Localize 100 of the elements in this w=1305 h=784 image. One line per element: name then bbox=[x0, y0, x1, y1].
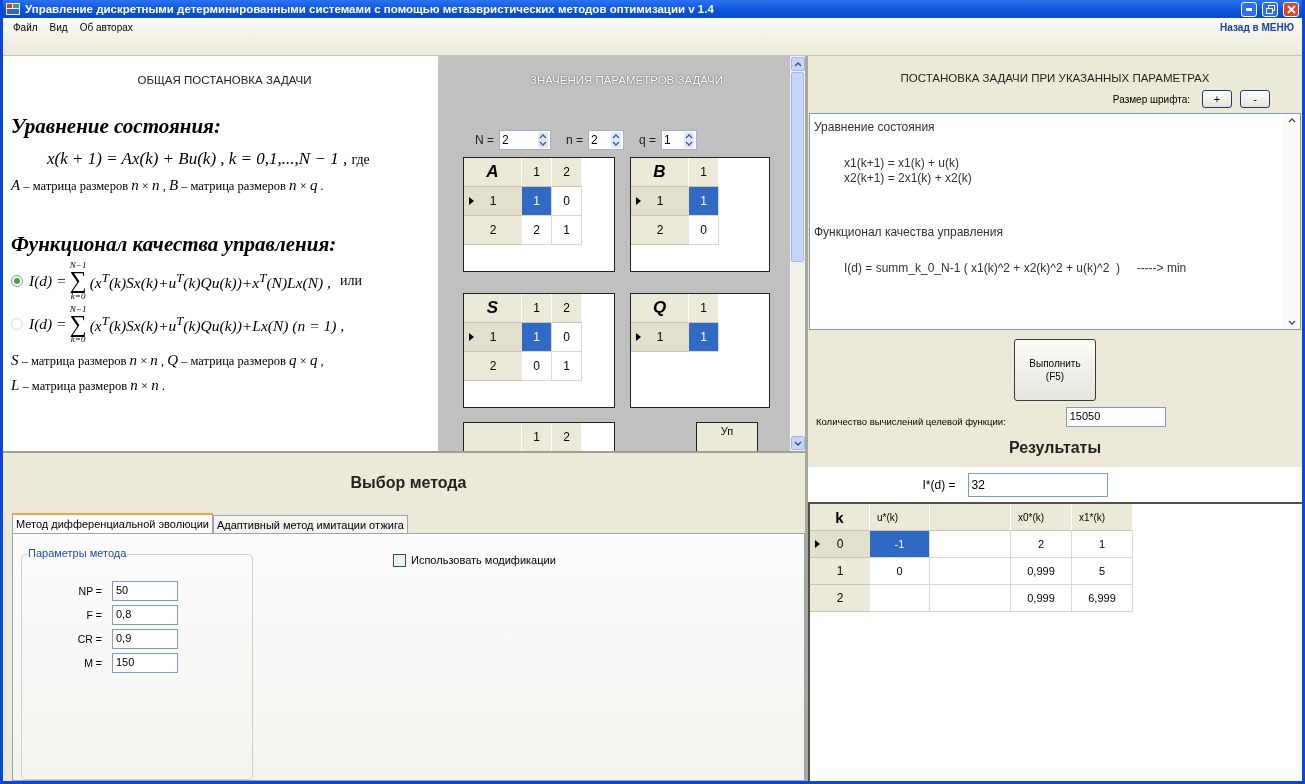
radio-button[interactable] bbox=[11, 274, 23, 287]
number-spinner[interactable]: 1 bbox=[661, 130, 698, 150]
table-cell[interactable]: -1 bbox=[870, 531, 930, 558]
matrix-cell[interactable]: 0 bbox=[552, 323, 582, 352]
font-size-label: Размер шрифта: bbox=[1112, 93, 1190, 105]
scroll-up-icon[interactable] bbox=[1287, 118, 1296, 123]
spinner-label: q = bbox=[639, 133, 657, 147]
row-header[interactable]: 2 bbox=[464, 216, 522, 245]
row-header[interactable]: 1 bbox=[631, 187, 689, 216]
column-header: x1*(k) bbox=[1072, 504, 1133, 531]
table-cell[interactable] bbox=[930, 531, 1011, 558]
tab[interactable]: Метод дифференциальной эволюции bbox=[12, 513, 213, 533]
column-header: 1 bbox=[689, 294, 719, 323]
scrollbar[interactable] bbox=[790, 56, 805, 451]
row-header[interactable]: 1 bbox=[810, 558, 870, 585]
matrix-cell[interactable]: 1 bbox=[552, 216, 582, 245]
number-spinner[interactable]: 2 bbox=[588, 130, 625, 150]
matrix-note: A – матрица размеров n × n , B – матрица размеров n × q . bbox=[11, 177, 325, 194]
table-cell[interactable]: 0 bbox=[870, 558, 930, 585]
field-label: I*(d) = bbox=[922, 477, 956, 492]
partial-button[interactable]: Уп bbox=[696, 422, 758, 451]
table-cell[interactable]: 5 bbox=[1072, 558, 1133, 585]
field-label: M = bbox=[83, 657, 102, 669]
functional-formula: I(d) = N−1 ∑ k=0 (x$^{T}$(k)Sx(k)+u$^{T}$(k)Qu(k))+x$^{T}$(N)Lx(N) , или bbox=[29, 261, 362, 301]
matrix-name: Q bbox=[631, 294, 689, 323]
scroll-down-icon[interactable] bbox=[1287, 320, 1296, 325]
row-header[interactable]: 1 bbox=[464, 187, 522, 216]
font-size-button[interactable]: + bbox=[1202, 90, 1232, 108]
matrix-cell[interactable]: 1 bbox=[689, 187, 719, 216]
matrix-cell[interactable]: 1 bbox=[552, 352, 582, 381]
matrix-name: B bbox=[631, 158, 689, 187]
table-cell[interactable] bbox=[930, 585, 1011, 612]
column-header: 1 bbox=[522, 423, 552, 451]
back-to-menu-link[interactable]: Назад в МЕНЮ bbox=[1220, 22, 1298, 33]
table-cell[interactable]: 0,999 bbox=[1011, 585, 1072, 612]
input-field[interactable]: 0,9 bbox=[112, 629, 178, 649]
tab[interactable]: Адаптивный метод имитации отжига bbox=[212, 515, 408, 533]
row-header[interactable]: 0 bbox=[810, 531, 870, 558]
group-title: Параметры метода bbox=[27, 547, 128, 559]
minimize-icon bbox=[1246, 7, 1252, 11]
row-header[interactable]: 2 bbox=[464, 352, 522, 381]
spinner-label: n = bbox=[566, 133, 584, 147]
font-size-button[interactable]: - bbox=[1240, 90, 1270, 108]
matrix-cell[interactable]: 1 bbox=[689, 323, 719, 352]
column-header: 2 bbox=[552, 294, 582, 323]
run-button[interactable]: Выполнить (F5) bbox=[1014, 339, 1096, 401]
scrollbar[interactable] bbox=[1283, 114, 1300, 329]
matrix-cell[interactable]: 2 bbox=[522, 216, 552, 245]
menu-item[interactable]: Об авторах bbox=[73, 22, 139, 33]
restore-icon bbox=[1265, 4, 1275, 14]
matrix-cell[interactable]: 0 bbox=[522, 352, 552, 381]
close-icon bbox=[1286, 4, 1296, 14]
matrix-note: S – матрица размеров n × n , Q – матрица размеров q × q , bbox=[11, 352, 325, 370]
matrix-cell[interactable]: 1 bbox=[522, 323, 552, 352]
field-label: F = bbox=[85, 609, 102, 621]
column-header: 1 bbox=[522, 158, 552, 187]
window-title: Управление дискретными детерминированными системами с помощью метаэвристических методов оптимизации v 1.4 bbox=[25, 3, 715, 15]
row-header[interactable]: 2 bbox=[631, 216, 689, 245]
menu-item[interactable]: Файл bbox=[7, 22, 44, 33]
input-field[interactable]: 150 bbox=[112, 653, 178, 673]
statement-text-box[interactable]: Уравнение состояния x1(k+1) = x1(k) + u(k) x2(k+1) = 2x1(k) + x2(k) Функционал качества управления I(d) = summ_k_0_N-1 ( x1(k)^2 + x2(k)^2 + u(k)^2 ) -----> min bbox=[809, 113, 1301, 330]
close-button[interactable] bbox=[1283, 1, 1299, 17]
input-field[interactable]: 50 bbox=[112, 581, 178, 601]
matrix-cell[interactable]: 0 bbox=[552, 187, 582, 216]
objective-field[interactable]: 32 bbox=[967, 472, 1108, 497]
row-pointer-icon bbox=[636, 197, 641, 205]
text-heading: Функционал качества управления bbox=[814, 225, 1004, 239]
matrix-cell[interactable]: 0 bbox=[689, 216, 719, 245]
scroll-up-icon[interactable] bbox=[793, 61, 802, 67]
row-header[interactable]: 2 bbox=[810, 585, 870, 612]
column-header: 2 bbox=[552, 423, 582, 451]
row-header[interactable]: 1 bbox=[464, 323, 522, 352]
maximize-button[interactable] bbox=[1262, 1, 1278, 17]
text-heading: Уравнение состояния bbox=[814, 120, 936, 134]
column-header: u*(k) bbox=[870, 504, 930, 531]
row-header[interactable]: 1 bbox=[631, 323, 689, 352]
column-header: 1 bbox=[522, 294, 552, 323]
table-cell[interactable] bbox=[870, 585, 930, 612]
column-header: 1 bbox=[689, 158, 719, 187]
row-pointer-icon bbox=[469, 333, 474, 341]
table-cell[interactable]: 1 bbox=[1072, 531, 1133, 558]
spinner-arrows-icon bbox=[684, 132, 695, 148]
count-field[interactable]: 15050 bbox=[1065, 407, 1166, 427]
checkbox-label: Использовать модификации bbox=[411, 554, 556, 566]
matrix-name: A bbox=[464, 158, 522, 187]
checkbox[interactable] bbox=[393, 554, 406, 567]
section-heading: Функционал качества управления: bbox=[11, 232, 338, 257]
minimize-button[interactable] bbox=[1241, 1, 1257, 17]
row-pointer-icon bbox=[469, 197, 474, 205]
field-label: Количество вычислений целевой функции: bbox=[816, 416, 1006, 427]
number-spinner[interactable]: 2 bbox=[499, 130, 551, 150]
spinner-arrows-icon bbox=[538, 132, 548, 148]
scroll-down-icon[interactable] bbox=[793, 440, 802, 446]
table-cell[interactable]: 2 bbox=[1011, 531, 1072, 558]
input-field[interactable]: 0,8 bbox=[112, 605, 178, 625]
table-cell[interactable]: 0,999 bbox=[1011, 558, 1072, 585]
table-cell[interactable]: 6,999 bbox=[1072, 585, 1133, 612]
table-cell[interactable] bbox=[930, 558, 1011, 585]
menu-item[interactable]: Вид bbox=[43, 22, 74, 33]
matrix-cell[interactable]: 1 bbox=[522, 187, 552, 216]
